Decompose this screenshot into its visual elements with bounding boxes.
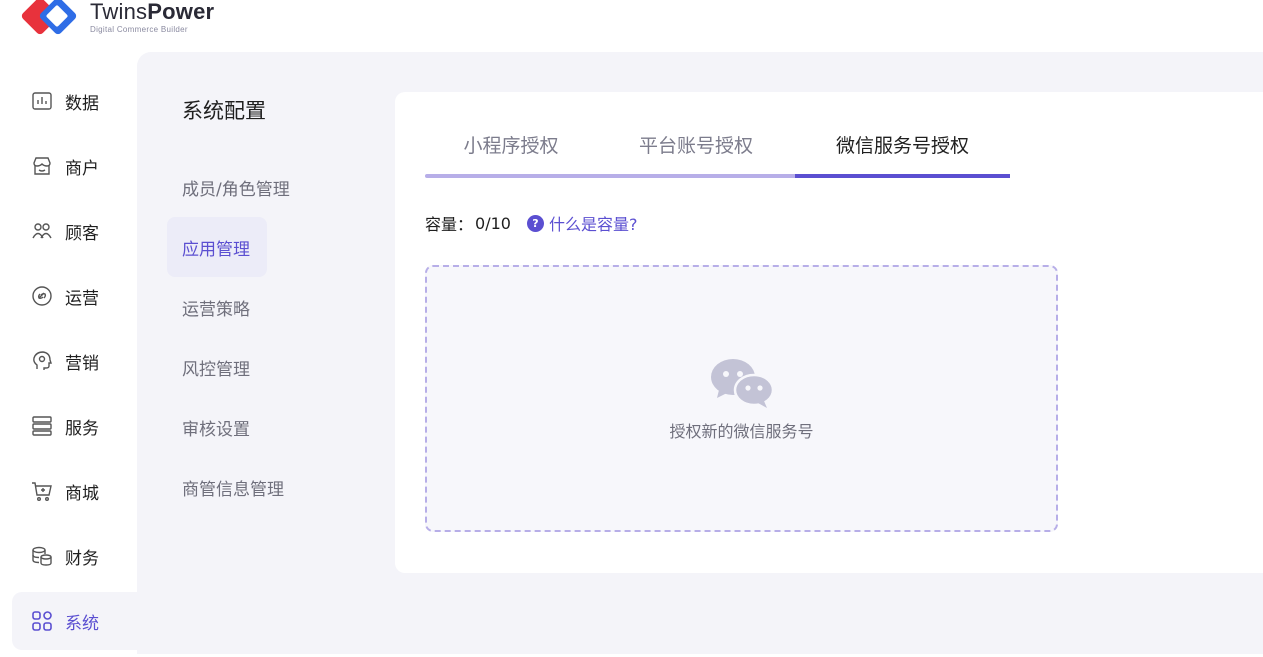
sub-item-risk[interactable]: 风控管理 [167,337,367,397]
nav-item-label: 数据 [65,93,99,114]
nav-item-label: 运营 [65,288,99,309]
nav-item-customer[interactable]: 顾客 [12,202,138,260]
nav-item-data[interactable]: 数据 [12,72,138,130]
brand-name: TwinsPower [90,0,215,24]
capacity-value: 0/10 [475,213,511,233]
nav-item-merchant[interactable]: 商户 [12,137,138,195]
nav-item-label: 财务 [65,548,99,569]
chart-icon [31,90,53,112]
nav-item-label: 营销 [65,353,99,374]
nav-item-service[interactable]: 服务 [12,397,138,455]
question-icon: ? [526,214,544,232]
sub-item-strategy[interactable]: 运营策略 [167,277,367,337]
nav-item-label: 顾客 [65,223,99,244]
brand-subtitle: Digital Commerce Builder [90,25,188,34]
tab-platform-account[interactable]: 平台账号授权 [597,122,795,178]
brand-logo[interactable]: TwinsPower Digital Commerce Builder [20,0,214,44]
capacity-label: 容量： [425,215,474,234]
nav-item-label: 商城 [65,483,99,504]
nav-item-label: 服务 [65,418,99,439]
tab-active-indicator [795,174,1010,178]
sub-item-merchant-info[interactable]: 商管信息管理 [167,457,367,517]
capacity-row: 容量： 0/10 ? 什么是容量? [425,211,637,235]
tab-bar: 小程序授权 平台账号授权 微信服务号授权 [425,122,1010,178]
nav-item-marketing[interactable]: 营销 [12,332,138,390]
tab-track [425,174,795,178]
wechat-icon [710,358,774,408]
main-card: 小程序授权 平台账号授权 微信服务号授权 容量： 0/10 ? 什么是容量? 授… [395,92,1263,573]
logo-icon [21,0,77,35]
sub-nav: 成员/角色管理 应用管理 运营策略 风控管理 审核设置 商管信息管理 [167,157,367,517]
people-icon [31,220,53,242]
sub-nav-title: 系统配置 [182,99,266,123]
sub-item-review[interactable]: 审核设置 [167,397,367,457]
shop-icon [31,155,53,177]
tab-wechat-service[interactable]: 微信服务号授权 [795,122,1010,178]
main-nav: 数据 商户 顾客 运营 营销 服务 商城 财务 系统 [12,72,138,657]
tab-miniprogram[interactable]: 小程序授权 [425,122,597,178]
nav-item-system[interactable]: 系统 [12,592,138,650]
grid-icon [31,610,53,632]
capacity-help-link[interactable]: ? 什么是容量? [526,211,638,235]
cart-icon [31,480,53,502]
nav-item-operation[interactable]: 运营 [12,267,138,325]
nav-item-label: 商户 [65,158,99,179]
authorize-new-label: 授权新的微信服务号 [669,421,814,441]
nav-item-label: 系统 [65,613,99,634]
head-icon [31,350,53,372]
nav-item-mall[interactable]: 商城 [12,462,138,520]
server-icon [31,415,53,437]
link-icon [31,285,53,307]
nav-item-finance[interactable]: 财务 [12,527,138,585]
capacity-help-label: 什么是容量? [548,215,638,234]
authorize-new-service-account[interactable]: 授权新的微信服务号 [425,265,1058,532]
sub-item-apps[interactable]: 应用管理 [167,217,267,277]
coins-icon [31,545,53,567]
sub-item-members[interactable]: 成员/角色管理 [167,157,367,217]
